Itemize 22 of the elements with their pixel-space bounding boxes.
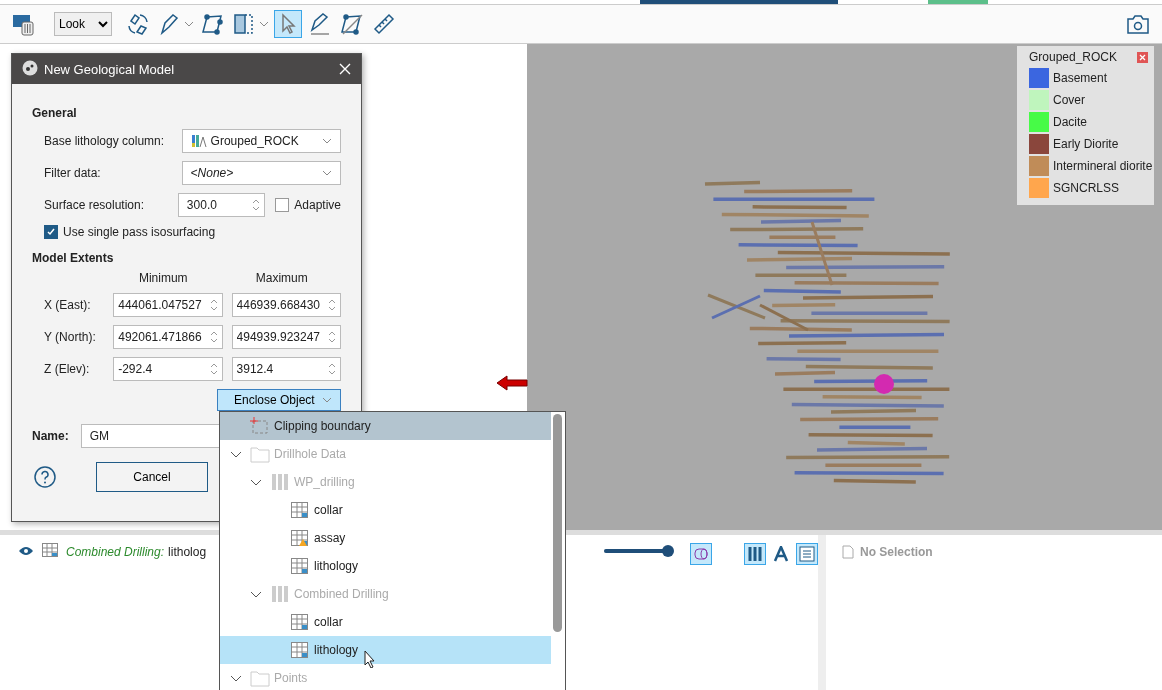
selection-status: No Selection — [860, 545, 933, 559]
legend-title: Grouped_ROCK — [1029, 50, 1118, 64]
field-label: Name: — [32, 429, 69, 443]
field-label: Filter data: — [43, 166, 102, 180]
legend-label: Basement — [1053, 71, 1108, 85]
legend-label: Intermineral diorite — [1053, 159, 1153, 173]
legend-label: Dacite — [1053, 115, 1087, 129]
column-heading: Maximum — [254, 271, 309, 285]
field-label: Z (Elev): — [43, 362, 91, 376]
section-heading: Model Extents — [32, 251, 115, 265]
field-label: X (East): — [43, 298, 92, 312]
dialog-title: New Geological Model — [44, 61, 176, 77]
legend-label: Cover — [1053, 93, 1085, 107]
field-label: Base lithology column: — [43, 134, 166, 148]
field-label: Y (North): — [43, 330, 97, 344]
legend-label: Early Diorite — [1053, 137, 1119, 151]
section-heading: General — [32, 106, 78, 120]
column-heading: Minimum — [137, 271, 189, 285]
object-name: Combined Drilling: — [66, 544, 165, 559]
table-name: litholog — [168, 544, 207, 559]
field-label: Surface resolution: — [43, 198, 146, 212]
legend-label: SGNCRLSS — [1053, 181, 1120, 195]
